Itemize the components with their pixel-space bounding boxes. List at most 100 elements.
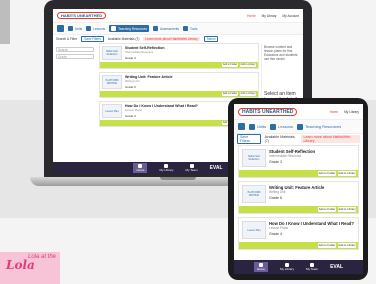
main-nav: Units Lessons Teaching Resources <box>234 120 363 134</box>
card-subtitle: Writing Unit <box>125 79 140 83</box>
card-thumbnail: Habits Self-Reflection <box>242 149 266 167</box>
resource-card[interactable]: Habits Self-Reflection Student Self-Refl… <box>99 43 259 69</box>
corner-shadow <box>0 0 10 44</box>
detail-note: Browse content and lesson plans for this… <box>264 45 298 61</box>
footer-brand: EVAL <box>330 264 344 270</box>
bottom-nav-team[interactable]: My Team <box>306 263 318 271</box>
header-link-library[interactable]: My Library <box>344 110 359 114</box>
card-grade: Grade 6 <box>125 85 136 89</box>
card-thumbnail: PLATFORM WRITING <box>102 75 122 89</box>
grid-icon[interactable] <box>238 123 245 130</box>
card-subtitle: Intermediate Resource <box>269 154 302 158</box>
add-to-library-button[interactable]: Add to Library <box>240 63 256 67</box>
add-to-folder-button[interactable]: Add to Folder <box>318 243 336 248</box>
bottom-nav-library[interactable]: My Library <box>280 263 294 271</box>
units-icon <box>68 26 73 31</box>
add-to-folder-button[interactable]: Add to Folder <box>222 63 238 67</box>
app-header: HABITS UNEARTHED Home My Library My Acco… <box>53 9 303 23</box>
bottom-nav-label: Home <box>256 267 265 271</box>
available-count: Available Materials (7) <box>264 134 295 143</box>
tab-assessments[interactable]: Assessments <box>153 26 179 31</box>
toolbar: Save Filters Available Materials (7) Lea… <box>234 133 363 144</box>
tab-label: Teaching Resources <box>305 124 342 129</box>
card-thumbnail: Lesson Plan <box>102 104 122 118</box>
tab-units[interactable]: Units <box>68 26 82 31</box>
book-cover: Lola at the Lola <box>0 252 60 284</box>
library-info-link[interactable]: Learn more about HabitsWeb Library <box>143 37 200 41</box>
filter-sidebar: Search Grade <box>53 43 97 157</box>
add-to-library-button[interactable]: Add to Library <box>240 92 256 96</box>
resource-card[interactable]: Habits Self-Reflection Student Self-Refl… <box>238 145 359 178</box>
resource-list: Habits Self-Reflection Student Self-Refl… <box>234 143 363 255</box>
card-thumbnail: Lesson Plan <box>242 221 266 239</box>
tab-units[interactable]: Units <box>249 123 267 130</box>
card-grade: Grade 4 <box>125 114 136 118</box>
app-logo[interactable]: HABITS UNEARTHED <box>57 12 107 19</box>
card-grade: Grade 4 <box>269 232 282 236</box>
add-to-library-button[interactable]: Add to Library <box>338 207 356 212</box>
tab-label: Units <box>75 26 83 31</box>
card-subtitle: Intermediate Resource <box>125 50 154 54</box>
card-subtitle: Writing Unit <box>269 190 286 194</box>
tab-tools[interactable]: Tools <box>183 26 197 31</box>
header-link-account[interactable]: My Account <box>283 14 299 18</box>
bottom-nav-label: My Team <box>305 267 319 271</box>
app-header: HABITS UNEARTHED Home My Library <box>234 104 363 120</box>
grade-select[interactable]: Grade <box>56 54 94 59</box>
bottom-nav-library[interactable]: My Library <box>159 164 173 172</box>
add-to-library-button[interactable]: Add to Library <box>338 171 356 176</box>
tab-label: Lessons <box>278 124 294 129</box>
add-to-folder-button[interactable]: Add to Folder <box>318 171 336 176</box>
tab-label: Units <box>257 124 267 129</box>
app-logo[interactable]: HABITS UNEARTHED <box>238 107 298 116</box>
assessments-icon <box>153 26 159 31</box>
tab-teaching-resources[interactable]: Teaching Resources <box>297 123 342 130</box>
tab-teaching-resources[interactable]: Teaching Resources <box>109 25 150 32</box>
card-grade: Grade 3 <box>125 56 136 60</box>
bottom-nav-team[interactable]: My Team <box>185 164 198 172</box>
header-links: Home My Library My Account <box>247 14 299 18</box>
bottom-nav-label: My Library <box>279 267 294 271</box>
card-thumbnail: Habits Self-Reflection <box>102 46 122 60</box>
bottom-nav-home[interactable]: Home <box>253 262 268 272</box>
card-subtitle: Lesson Plans <box>125 108 142 112</box>
bottom-nav-home[interactable]: Home <box>133 163 148 173</box>
card-actions: Add to FolderAdd to Library <box>239 206 358 213</box>
bottom-nav-label: My Library <box>159 168 174 172</box>
card-subtitle: Lesson Plans <box>269 226 289 230</box>
resource-card[interactable]: Lesson Plan How Do I Know I Understand W… <box>238 217 359 250</box>
units-icon <box>249 123 255 130</box>
toolbar: Search & Filter Save Filters Available M… <box>53 35 303 43</box>
card-thumbnail: PLATFORM WRITING <box>242 185 266 203</box>
save-filters-button[interactable]: Save Filters <box>81 36 104 42</box>
add-to-folder-button[interactable]: Add to Folder <box>318 207 336 212</box>
card-grade: Grade 3 <box>269 160 282 164</box>
save-filters-button[interactable]: Save Filters <box>237 133 261 144</box>
bottom-nav-label: Home <box>136 168 145 172</box>
tab-label: Assessments <box>160 26 179 31</box>
add-to-library-button[interactable]: Add to Library <box>338 243 356 248</box>
resource-card[interactable]: PLATFORM WRITING Writing Unit: Feature A… <box>238 181 359 214</box>
laptop-notch <box>160 177 196 180</box>
tab-lessons[interactable]: Lessons <box>86 26 105 31</box>
main-nav: Units Lessons Teaching Resources Assessm… <box>53 23 303 35</box>
card-grade: Grade 6 <box>269 196 282 200</box>
bottom-nav: Home My Library My Team EVAL <box>234 260 363 274</box>
header-link-library[interactable]: My Library <box>262 14 277 18</box>
available-count: Available Materials (7) <box>107 37 140 41</box>
tab-label: Teaching Resources <box>118 26 148 31</box>
grid-icon[interactable] <box>57 25 64 32</box>
add-to-folder-button[interactable]: Add to Folder <box>222 92 238 96</box>
filter-button[interactable]: Search & Filter <box>56 37 77 41</box>
header-link-home[interactable]: Home <box>247 14 256 18</box>
library-info-link[interactable]: Learn more about HabitsWeb Library <box>301 134 360 143</box>
tab-lessons[interactable]: Lessons <box>270 123 294 130</box>
resource-card[interactable]: PLATFORM WRITING Writing Unit: Feature A… <box>99 72 259 98</box>
search-input[interactable]: Search <box>56 47 94 52</box>
header-link-home[interactable]: Home <box>330 110 339 114</box>
card-actions: Add to FolderAdd to Library <box>100 62 258 68</box>
lessons-icon <box>86 26 92 31</box>
select-button[interactable]: Select <box>203 36 219 42</box>
bottom-nav-label: My Team <box>185 168 198 172</box>
resources-icon <box>111 26 117 31</box>
